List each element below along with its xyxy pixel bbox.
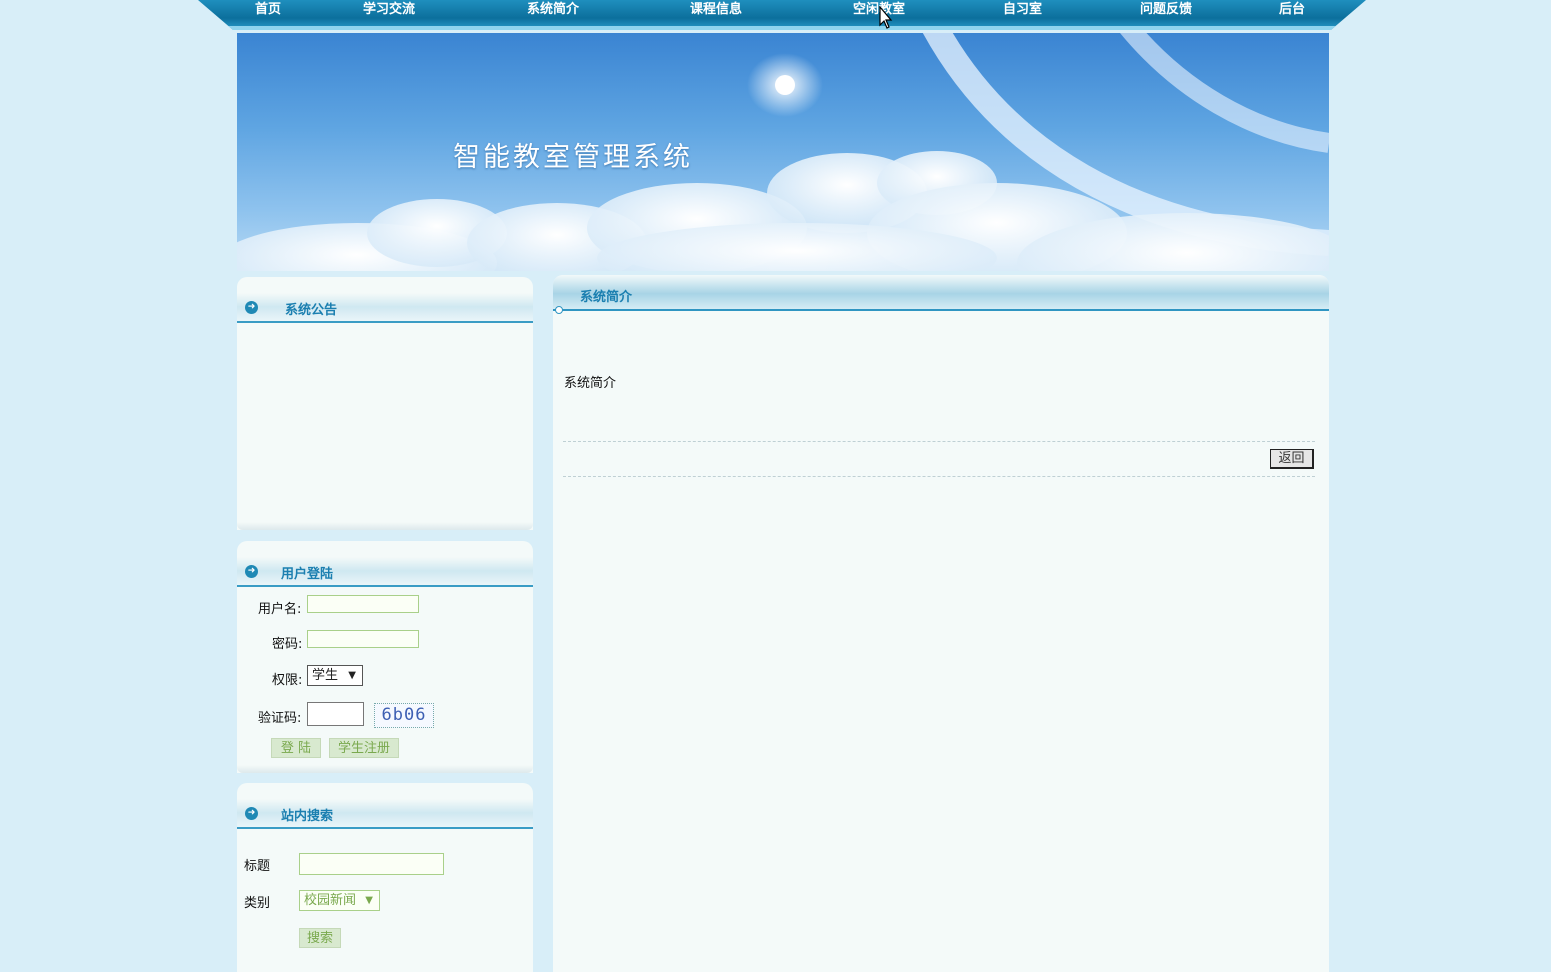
search-title-input[interactable] xyxy=(299,853,444,875)
nav-item-system-intro[interactable]: 系统简介 xyxy=(527,0,579,22)
sky-background-art xyxy=(237,33,1329,271)
captcha-label: 验证码: xyxy=(258,711,302,726)
divider xyxy=(563,441,1315,442)
nav-item-feedback[interactable]: 问题反馈 xyxy=(1140,0,1192,22)
search-title: 站内搜索 xyxy=(281,809,334,824)
main-content-text: 系统简介 xyxy=(564,376,617,391)
search-category-label: 类别 xyxy=(244,896,271,911)
role-select-value: 学生 xyxy=(312,668,339,683)
announcement-title: 系统公告 xyxy=(285,303,338,318)
role-label: 权限: xyxy=(272,673,303,688)
main-header: 系统简介 xyxy=(553,275,1329,314)
site-search-panel: ➜ 站内搜索 标题 类别 校园新闻 ▼ 搜索 xyxy=(237,783,533,972)
category-select-value: 校园新闻 xyxy=(304,893,357,908)
search-category-select[interactable]: 校园新闻 ▼ xyxy=(299,890,380,911)
captcha-image[interactable]: 6b06 xyxy=(374,703,434,728)
nav-item-home[interactable]: 首页 xyxy=(255,0,281,22)
header-dot-icon xyxy=(555,306,563,314)
search-button[interactable]: 搜索 xyxy=(299,928,341,948)
dropdown-arrow-icon: ▼ xyxy=(348,670,356,681)
dropdown-arrow-icon: ▼ xyxy=(365,895,373,906)
arrow-right-icon: ➜ xyxy=(245,565,258,578)
panel-footer xyxy=(237,765,533,773)
login-panel: ➜ 用户登陆 用户名: 密码: 权限: 学生 ▼ 验证码: 6b06 登 陆 学… xyxy=(237,541,533,773)
captcha-input[interactable] xyxy=(307,702,364,726)
main-content-panel: 系统简介 系统简介 返回 xyxy=(553,275,1329,972)
header-banner: 智能教室管理系统 xyxy=(237,33,1329,271)
panel-footer xyxy=(237,522,533,530)
arrow-right-icon: ➜ xyxy=(245,301,258,314)
nav-item-course-info[interactable]: 课程信息 xyxy=(690,0,742,22)
username-label: 用户名: xyxy=(258,602,302,617)
arrow-right-icon: ➜ xyxy=(245,807,258,820)
login-button[interactable]: 登 陆 xyxy=(271,738,321,758)
username-input[interactable] xyxy=(307,595,419,613)
search-header: ➜ 站内搜索 xyxy=(237,799,533,829)
main-title: 系统简介 xyxy=(580,290,633,305)
nav-item-study-exchange[interactable]: 学习交流 xyxy=(363,0,415,22)
password-label: 密码: xyxy=(272,637,303,652)
nav-shine xyxy=(198,26,1366,30)
back-button[interactable]: 返回 xyxy=(1270,449,1314,469)
login-title: 用户登陆 xyxy=(281,567,334,582)
nav-item-admin[interactable]: 后台 xyxy=(1279,0,1305,22)
student-register-button[interactable]: 学生注册 xyxy=(329,738,399,758)
site-title: 智能教室管理系统 xyxy=(453,142,693,173)
password-input[interactable] xyxy=(307,630,419,648)
login-header: ➜ 用户登陆 xyxy=(237,557,533,587)
nav-item-study-room[interactable]: 自习室 xyxy=(1003,0,1042,22)
announcement-header: ➜ 系统公告 xyxy=(237,293,533,323)
search-title-label: 标题 xyxy=(244,859,271,874)
role-select[interactable]: 学生 ▼ xyxy=(307,665,363,686)
divider xyxy=(563,476,1315,477)
announcement-panel: ➜ 系统公告 xyxy=(237,277,533,530)
